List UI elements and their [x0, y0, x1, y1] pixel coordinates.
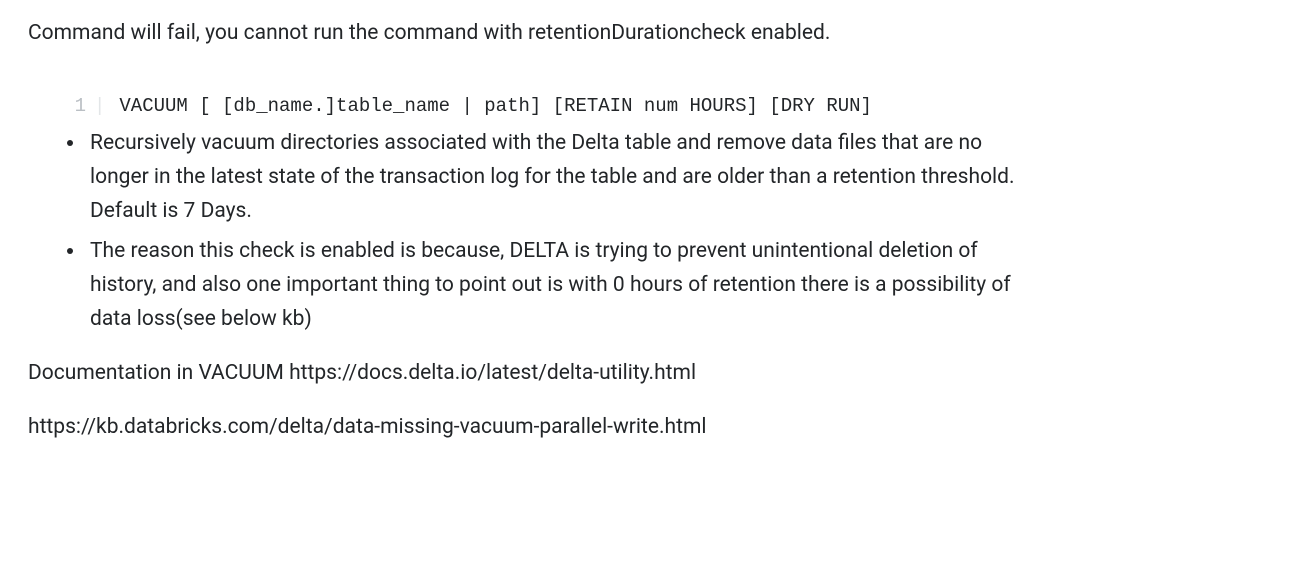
kb-link[interactable]: https://kb.databricks.com/delta/data-mis…: [28, 415, 706, 439]
documentation-line: Documentation in VACUUM https://docs.del…: [28, 358, 1276, 390]
code-block: 1 | VACUUM [ [db_name.]table_name | path…: [68, 92, 1276, 121]
bullet-list: Recursively vacuum directories associate…: [28, 126, 1276, 336]
intro-paragraph: Command will fail, you cannot run the co…: [28, 18, 1276, 50]
list-item: The reason this check is enabled is beca…: [86, 234, 1026, 336]
code-line-number: 1: [68, 92, 86, 121]
code-content: VACUUM [ [db_name.]table_name | path] [R…: [119, 92, 872, 121]
list-item: Recursively vacuum directories associate…: [86, 126, 1026, 228]
code-divider: |: [94, 92, 105, 121]
doc-link[interactable]: https://docs.delta.io/latest/delta-utili…: [289, 361, 696, 385]
doc-prefix: Documentation in VACUUM: [28, 361, 289, 385]
kb-link-line: https://kb.databricks.com/delta/data-mis…: [28, 412, 1276, 444]
